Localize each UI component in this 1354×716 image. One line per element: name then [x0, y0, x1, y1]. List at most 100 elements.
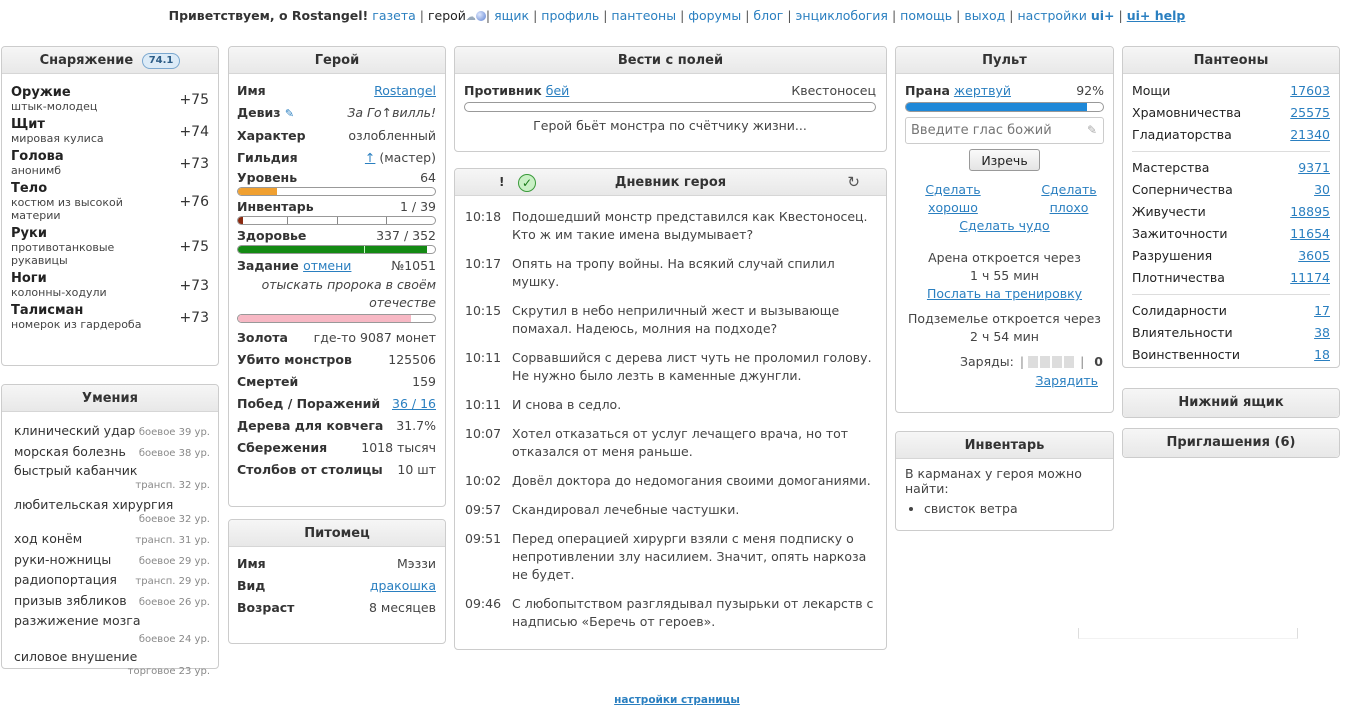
quest-progress-bar — [237, 314, 436, 323]
checkmark-icon[interactable]: ✓ — [518, 174, 536, 192]
nav-logout[interactable]: выход — [964, 8, 1005, 23]
pet-type-link[interactable]: дракошка — [370, 575, 436, 597]
hero-wins-link[interactable]: 36 / 16 — [392, 393, 436, 415]
pantheon-rank-link[interactable]: 9371 — [1298, 157, 1330, 179]
pantheon-name: Воинственности — [1132, 347, 1241, 362]
pantheon-rank-link[interactable]: 30 — [1314, 179, 1330, 201]
pantheon-rank-link[interactable]: 11654 — [1290, 223, 1330, 245]
label: Уровень — [237, 170, 298, 185]
nav-box[interactable]: ящик — [494, 8, 529, 23]
nav-gazeta[interactable]: газета — [372, 8, 416, 23]
pantheon-rank-link[interactable]: 3605 — [1298, 245, 1330, 267]
recharge-wrap: Зарядить — [905, 371, 1104, 391]
diary-time: 10:02 — [465, 473, 502, 488]
pantheon-rank-link[interactable]: 18 — [1314, 344, 1330, 366]
diary-entry: 10:11 И снова в седло. — [455, 396, 886, 414]
page-settings-link[interactable]: настройки страницы — [614, 694, 740, 706]
pantheon-rank-link[interactable]: 21340 — [1290, 124, 1330, 146]
label: Дерева для ковчега — [237, 418, 384, 433]
nav-uiplus-help[interactable]: ui+ help — [1127, 8, 1186, 23]
equipment-item: Талисман номерок из гардероба +73 — [11, 303, 209, 332]
do-bad-link[interactable]: Сделать плохо — [1034, 181, 1104, 217]
skill-level: боевое 38 ур. — [138, 447, 210, 459]
skill-level: боевое 26 ур. — [138, 596, 210, 608]
hero-name-link[interactable]: Rostangel — [374, 80, 436, 102]
voice-input[interactable] — [906, 118, 1076, 143]
equip-bonus: +75 — [179, 91, 209, 108]
equip-bonus: +73 — [179, 155, 209, 172]
prana-value: 92% — [1076, 83, 1104, 98]
sacrifice-link[interactable]: жертвуй — [954, 83, 1011, 98]
nav-uiplus[interactable]: ui+ — [1091, 8, 1115, 23]
pantheon-row: Мощи 17603 — [1132, 80, 1330, 102]
equip-name: колонны-ходули — [11, 286, 107, 299]
nav-forums[interactable]: форумы — [688, 8, 741, 23]
pantheon-rank-link[interactable]: 38 — [1314, 322, 1330, 344]
inventory-block: Инвентарь В карманах у героя можно найти… — [895, 431, 1114, 531]
lower-box-header[interactable]: Нижний ящик — [1123, 389, 1339, 417]
column-left: Снаряжение 74.1 Оружие штык-молодец +75 Щи… — [1, 46, 219, 679]
hero-pillars: 10 шт — [397, 462, 436, 477]
diary-entry: 09:46 С любопытством разглядывал пузырьки… — [455, 595, 886, 631]
remote-block: Пульт Прана жертвуй 92% ✎ Изречь Сделать … — [895, 46, 1114, 413]
refresh-icon[interactable]: ↻ — [847, 169, 860, 196]
dungeon-info: Подземелье откроется через 2 ч 54 мин — [905, 310, 1104, 346]
equip-slot: Голова — [11, 149, 64, 164]
globe-icon — [475, 11, 486, 21]
nav-sep: | — [603, 8, 608, 23]
skill-item: ход конём трансп. 31 ур. — [14, 530, 210, 551]
pantheon-rank-link[interactable]: 18895 — [1290, 201, 1330, 223]
skill-level: боевое 32 ур. — [138, 514, 210, 525]
hero-character-row: Характер озлобленный — [237, 125, 436, 147]
pantheon-rank-link[interactable]: 17603 — [1290, 80, 1330, 102]
nav-encyclopedia[interactable]: энциклобогия — [796, 8, 888, 23]
pencil-icon[interactable]: ✎ — [285, 107, 294, 120]
do-good-link[interactable]: Сделать хорошо — [908, 181, 998, 217]
miracle-link[interactable]: Сделать чудо — [959, 218, 1049, 233]
lower-box-block[interactable]: Нижний ящик — [1122, 388, 1340, 418]
nav-help[interactable]: помощь — [900, 8, 952, 23]
quest-cancel-link[interactable]: отмени — [303, 258, 351, 273]
hero-header: Герой — [229, 47, 445, 74]
news-block: Вести с полей Противник бей Квестоносец Г… — [454, 46, 887, 152]
diary-entry: 10:18 Подошедший монстр представился как … — [455, 208, 886, 244]
recharge-link[interactable]: Зарядить — [1035, 373, 1098, 388]
skill-name: быстрый кабанчик — [14, 463, 138, 478]
pantheon-name: Плотничества — [1132, 270, 1225, 285]
nav-blog[interactable]: блог — [753, 8, 783, 23]
invites-header[interactable]: Приглашения (6) — [1123, 429, 1339, 457]
charges-label: Заряды: — [960, 354, 1014, 369]
column-hero: Герой Имя Rostangel Девиз ✎ За Го↑вилль! Х… — [228, 46, 446, 654]
pantheon-rank-link[interactable]: 11174 — [1290, 267, 1330, 289]
equip-slot: Щит — [11, 117, 45, 132]
enemy-row: Противник бей Квестоносец — [464, 80, 876, 102]
nav-sep: | — [1009, 8, 1014, 23]
hit-link[interactable]: бей — [546, 83, 570, 98]
decorative-frame — [1078, 628, 1298, 639]
diary-message: Опять на тропу войны. На всякий случай с… — [512, 256, 835, 289]
hero-motto-row: Девиз ✎ За Го↑вилль! — [237, 102, 436, 125]
pencil-icon[interactable]: ✎ — [1087, 123, 1097, 137]
equipment-header: Снаряжение 74.1 — [2, 47, 218, 74]
training-link[interactable]: Послать на тренировку — [927, 286, 1082, 301]
equip-name: мировая кулиса — [11, 132, 104, 145]
nav-pantheons[interactable]: пантеоны — [611, 8, 676, 23]
pet-name: Мэззи — [396, 556, 436, 571]
inventory-content: В карманах у героя можно найти: свисток … — [896, 459, 1113, 518]
quest-progress-fill — [238, 315, 412, 322]
pantheon-rank-link[interactable]: 25575 — [1290, 102, 1330, 124]
nav-settings[interactable]: настройки — [1018, 8, 1087, 23]
invites-block[interactable]: Приглашения (6) — [1122, 428, 1340, 458]
exclamation-icon[interactable]: ! — [499, 169, 504, 196]
hero-ark-row: Дерева для ковчега 31.7% — [237, 415, 436, 437]
equip-name: противотанковые рукавицы — [11, 241, 115, 267]
diary-entry: 10:07 Хотел отказаться от услуг лечащего … — [455, 425, 886, 461]
inventory-intro: В карманах у героя можно найти: — [905, 466, 1082, 496]
pantheon-rank-link[interactable]: 17 — [1314, 300, 1330, 322]
guild-link[interactable]: ↑ — [365, 150, 375, 165]
say-button[interactable]: Изречь — [969, 149, 1040, 171]
nav-profile[interactable]: профиль — [541, 8, 599, 23]
arena-time: 1 ч 55 мин — [970, 268, 1039, 283]
equip-slot: Талисман — [11, 303, 84, 318]
charges-count: 0 — [1094, 354, 1103, 369]
